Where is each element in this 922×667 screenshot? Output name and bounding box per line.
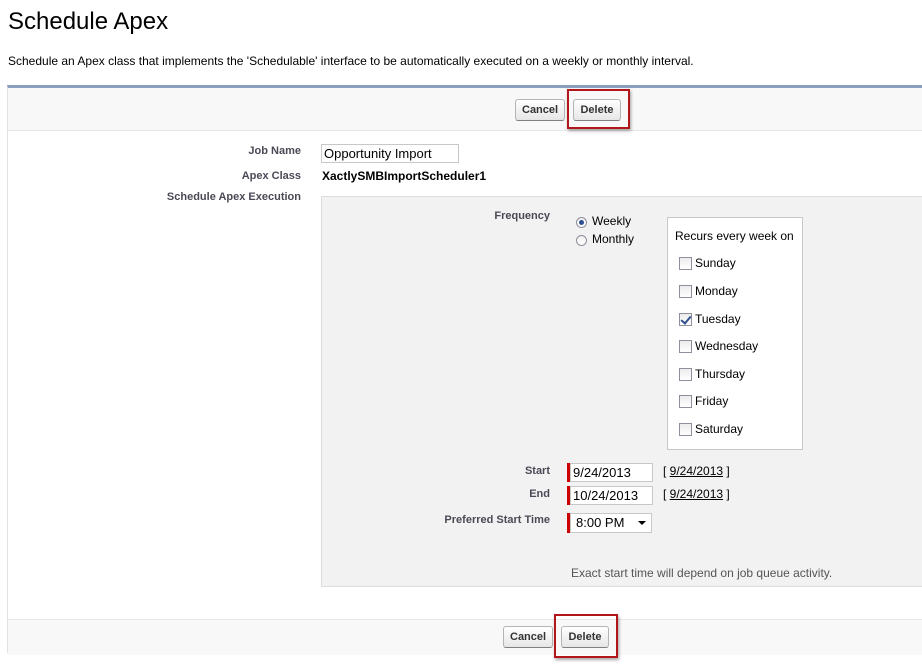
monday-label: Monday <box>695 284 738 298</box>
wednesday-checkbox[interactable] <box>679 340 692 353</box>
weekly-radio[interactable] <box>576 217 587 228</box>
job-name-field[interactable]: Opportunity Import <box>321 144 459 163</box>
friday-checkbox[interactable] <box>679 395 692 408</box>
bottom-button-bar: Cancel Delete <box>8 614 922 658</box>
preferred-start-time-value: 8:00 PM <box>576 515 625 530</box>
cancel-button-top[interactable]: Cancel <box>515 99 565 121</box>
delete-button-top[interactable]: Delete <box>573 99 621 121</box>
start-label: Start <box>524 465 550 477</box>
page-description: Schedule an Apex class that implements t… <box>8 54 694 68</box>
monthly-option-label: Monthly <box>592 232 635 246</box>
sunday-checkbox[interactable] <box>679 257 692 270</box>
delete-button-bottom[interactable]: Delete <box>561 626 609 648</box>
end-label: End <box>529 488 550 500</box>
preferred-start-time-label: Preferred Start Time <box>444 514 550 526</box>
preferred-start-time-select[interactable]: 8:00 PM <box>570 513 652 533</box>
apex-class-value: XactlySMBImportScheduler1 <box>322 169 487 183</box>
tuesday-label: Tuesday <box>695 312 741 326</box>
schedule-form-panel: Cancel Delete Job Name Opportunity Impor… <box>7 85 922 658</box>
recurs-days-box: Recurs every week on Sunday Monday Tuesd… <box>667 217 803 450</box>
start-today-link: [ 9/24/2013 ] <box>663 464 730 478</box>
weekly-option-label: Weekly <box>592 214 632 228</box>
start-date-field[interactable]: 9/24/2013 <box>570 463 653 482</box>
recurs-title: Recurs every week on <box>675 229 794 243</box>
thursday-label: Thursday <box>695 367 746 381</box>
start-date-link[interactable]: 9/24/2013 <box>670 464 723 478</box>
end-date-field[interactable]: 10/24/2013 <box>570 486 653 505</box>
apex-class-label: Apex Class <box>241 170 301 182</box>
page-title: Schedule Apex <box>8 8 169 35</box>
chevron-down-icon <box>638 521 646 525</box>
end-today-link: [ 9/24/2013 ] <box>663 487 730 501</box>
thursday-checkbox[interactable] <box>679 368 692 381</box>
start-time-note: Exact start time will depend on job queu… <box>571 566 833 580</box>
monday-checkbox[interactable] <box>679 285 692 298</box>
wednesday-label: Wednesday <box>695 339 759 353</box>
top-button-bar: Cancel Delete <box>8 88 922 131</box>
tuesday-checkbox[interactable] <box>679 313 692 326</box>
job-name-label: Job Name <box>248 145 301 157</box>
frequency-label: Frequency <box>494 210 550 222</box>
cancel-button-bottom[interactable]: Cancel <box>503 626 553 648</box>
end-date-link[interactable]: 9/24/2013 <box>670 487 723 501</box>
sunday-label: Sunday <box>695 256 736 270</box>
schedule-section: Frequency Weekly Monthly Recurs every we… <box>321 196 922 587</box>
friday-label: Friday <box>695 394 729 408</box>
saturday-label: Saturday <box>695 422 744 436</box>
monthly-radio[interactable] <box>576 235 587 246</box>
saturday-checkbox[interactable] <box>679 423 692 436</box>
schedule-execution-label: Schedule Apex Execution <box>166 191 301 203</box>
